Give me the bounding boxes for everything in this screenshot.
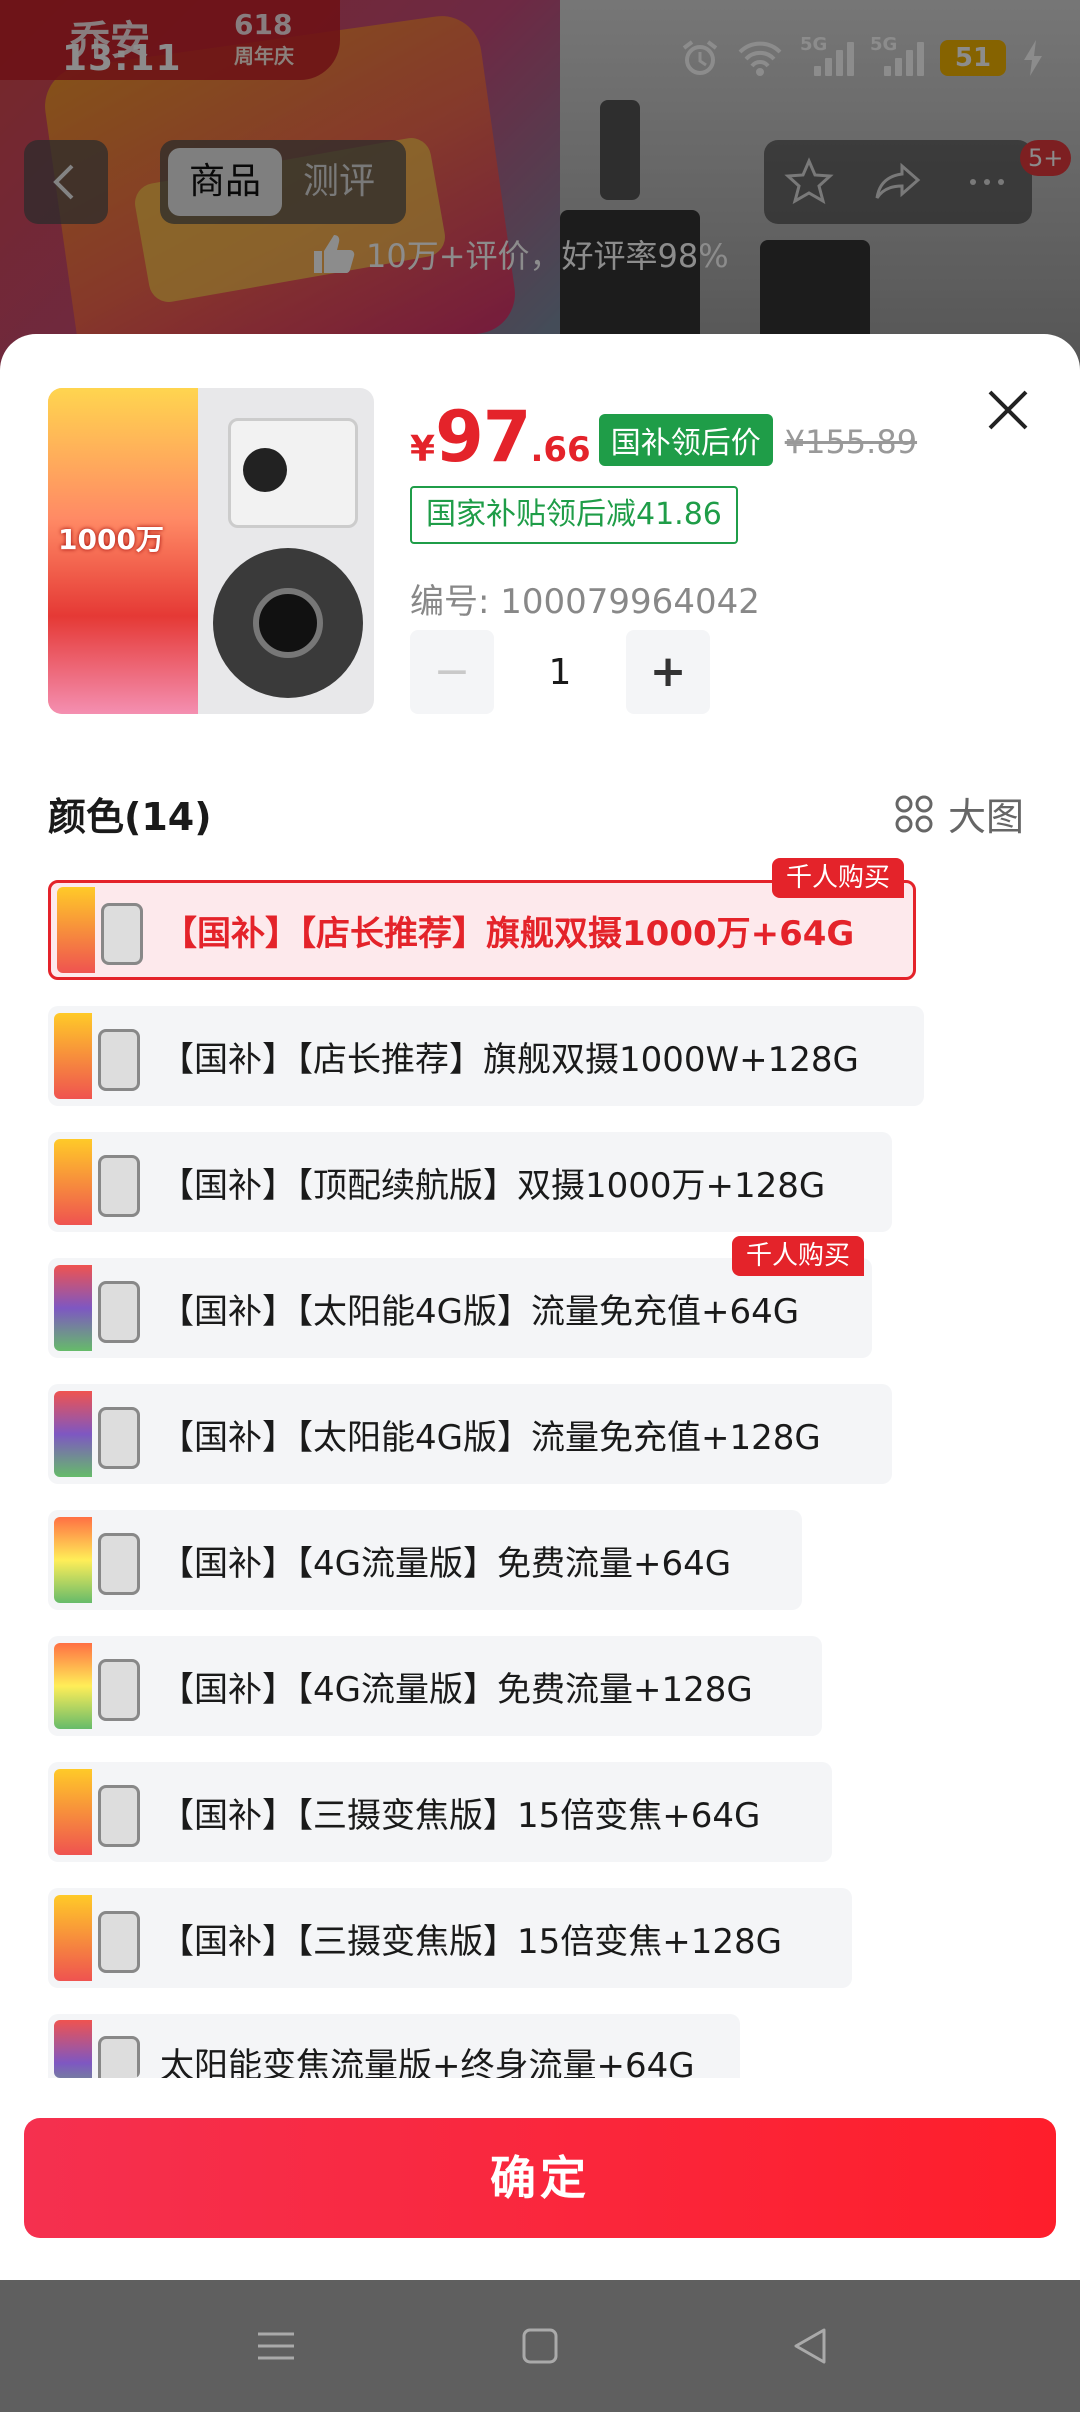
quantity-value[interactable]: 1 (494, 652, 626, 693)
close-icon[interactable] (980, 382, 1036, 438)
option-thumbnail (54, 1013, 140, 1099)
home-icon[interactable] (514, 2320, 566, 2372)
option-thumbnail (54, 1391, 140, 1477)
color-option[interactable]: 【国补】【三摄变焦版】15倍变焦+64G (48, 1762, 832, 1862)
hot-purchase-badge: 千人购买 (772, 858, 905, 898)
subsidy-discount-note: 国家补贴领后减41.86 (410, 486, 738, 544)
price-integer: 97 (435, 396, 531, 478)
color-option[interactable]: 【国补】【顶配续航版】双摄1000万+128G (48, 1132, 892, 1232)
product-thumbnail[interactable]: 1000万 (48, 388, 374, 714)
option-label: 【国补】【三摄变焦版】15倍变焦+64G (160, 1795, 761, 1836)
option-label: 【国补】【顶配续航版】双摄1000万+128G (160, 1165, 826, 1206)
option-label: 【国补】【店长推荐】旗舰双摄1000W+128G (160, 1039, 859, 1080)
original-price: ¥155.89 (784, 423, 918, 461)
decrease-button[interactable]: − (410, 630, 494, 714)
big-view-toggle[interactable]: 大图 (894, 786, 1024, 841)
sku-number: 编号: 100079964042 (410, 582, 760, 622)
color-section-title: 颜色(14) (48, 795, 212, 839)
option-label: 太阳能变焦流量版+终身流量+64G (160, 2046, 695, 2078)
thumbnail-promo-text: 1000万 (58, 523, 164, 556)
system-navigation-bar (0, 2280, 1080, 2412)
option-thumbnail (54, 1139, 140, 1225)
color-option[interactable]: 【国补】【太阳能4G版】流量免充值+128G (48, 1384, 892, 1484)
option-thumbnail (54, 2020, 140, 2078)
quantity-stepper: − 1 + (410, 630, 710, 714)
option-label: 【国补】【店长推荐】旗舰双摄1000万+64G (163, 913, 855, 954)
option-thumbnail (54, 1265, 140, 1351)
hot-purchase-badge: 千人购买 (732, 1236, 865, 1276)
price-row: ¥ 97 .66 国补领后价 ¥155.89 (410, 396, 917, 478)
price-decimal: .66 (530, 430, 591, 470)
option-label: 【国补】【三摄变焦版】15倍变焦+128G (160, 1921, 782, 1962)
option-thumbnail (54, 1769, 140, 1855)
option-thumbnail (54, 1643, 140, 1729)
subsidy-price-tag: 国补领后价 (598, 414, 773, 466)
color-option[interactable]: 【国补】【三摄变焦版】15倍变焦+128G (48, 1888, 852, 1988)
color-option[interactable]: 【国补】【4G流量版】免费流量+64G (48, 1510, 802, 1610)
back-triangle-icon[interactable] (784, 2320, 836, 2372)
option-thumbnail (57, 887, 143, 973)
option-label: 【国补】【太阳能4G版】流量免充值+128G (160, 1417, 821, 1458)
option-label: 【国补】【4G流量版】免费流量+128G (160, 1669, 753, 1710)
menu-icon[interactable] (250, 2320, 302, 2372)
option-label: 【国补】【太阳能4G版】流量免充值+64G (160, 1291, 800, 1332)
color-option[interactable]: 【国补】【店长推荐】旗舰双摄1000W+128G (48, 1006, 924, 1106)
option-label: 【国补】【4G流量版】免费流量+64G (160, 1543, 732, 1584)
confirm-button[interactable]: 确定 (24, 2118, 1056, 2238)
price-currency: ¥ (410, 429, 436, 470)
color-option[interactable]: 【国补】【4G流量版】免费流量+128G (48, 1636, 822, 1736)
option-thumbnail (54, 1895, 140, 1981)
increase-button[interactable]: + (626, 630, 710, 714)
sku-selector-sheet: 1000万 ¥ 97 .66 国补领后价 ¥155.89 国家补贴领后减41.8… (0, 334, 1080, 2280)
big-view-label: 大图 (948, 795, 1025, 839)
color-option[interactable]: 太阳能变焦流量版+终身流量+64G (48, 2014, 740, 2078)
option-thumbnail (54, 1517, 140, 1603)
grid-icon (895, 795, 933, 832)
